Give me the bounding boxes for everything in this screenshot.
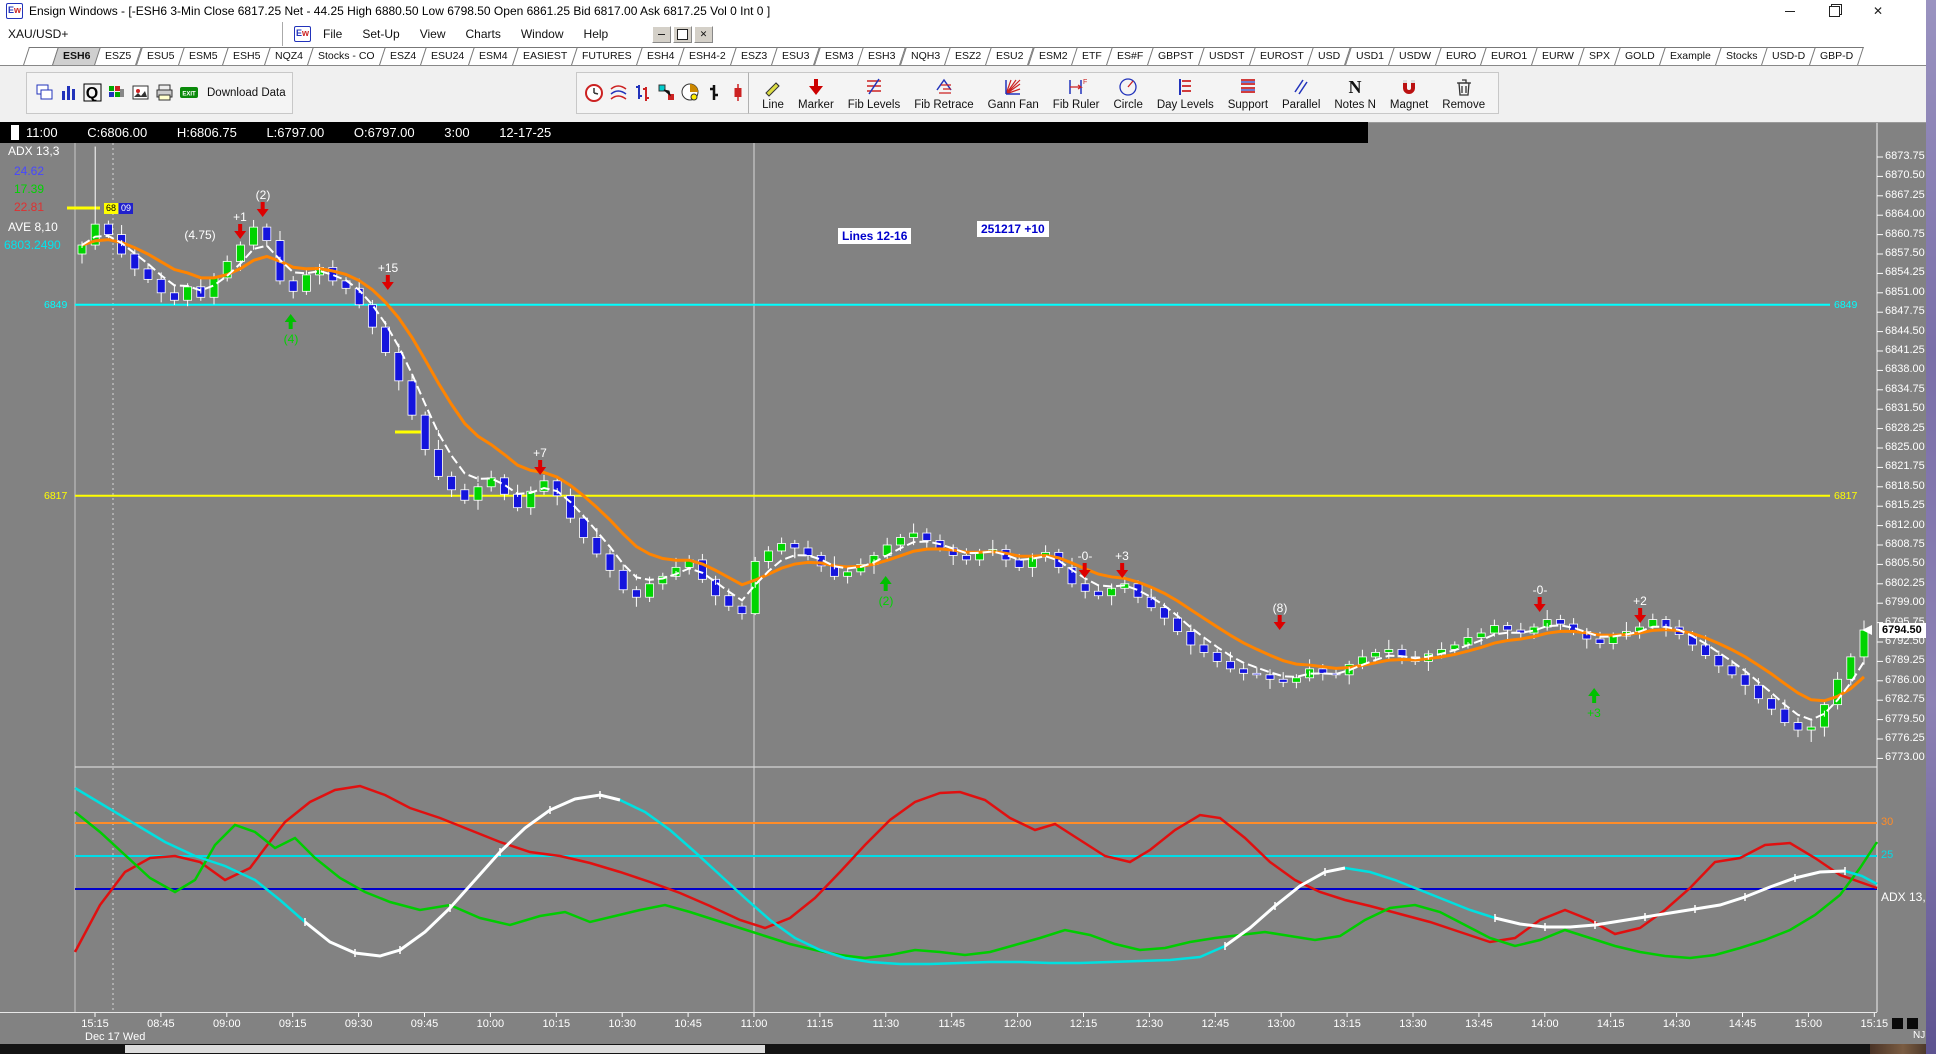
tab-nqh3[interactable]: NQH3: [900, 47, 951, 65]
mdi-window-buttons: ✕: [652, 26, 713, 43]
blocks-arrow-icon[interactable]: [655, 81, 679, 105]
window-title: Ensign Windows - [-ESH6 3-Min Close 6817…: [29, 4, 770, 18]
tab-eurost[interactable]: EUROST: [1249, 47, 1315, 65]
info-bar-cursor: [11, 125, 19, 140]
data-grid-icon[interactable]: [105, 81, 129, 105]
info-time: 11:00: [26, 125, 58, 140]
menu-charts[interactable]: Charts: [456, 22, 511, 46]
tab-gbpst[interactable]: GBPST: [1147, 47, 1204, 65]
symbol-panel[interactable]: XAU/USD+: [0, 22, 283, 46]
tab-esu2[interactable]: ESU2: [985, 47, 1034, 65]
app-icon: Ew: [6, 3, 23, 19]
tool-parallel[interactable]: Parallel: [1275, 73, 1327, 113]
tab-esu3[interactable]: ESU3: [771, 47, 820, 65]
chart-tab-strip: ESH6ESZ5ESU5ESM5ESH5NQZ4Stocks - COESZ4E…: [0, 46, 1926, 66]
svg-text:EXIT: EXIT: [182, 92, 196, 98]
tab-futures[interactable]: FUTURES: [571, 47, 642, 65]
menu-setup[interactable]: Set-Up: [352, 22, 409, 46]
quote-icon[interactable]: Q: [81, 81, 105, 105]
toolbar-draw-group: [576, 72, 758, 114]
menu-help[interactable]: Help: [574, 22, 619, 46]
tool-notes-n[interactable]: NNotes N: [1327, 73, 1383, 113]
download-data-button[interactable]: Download Data: [207, 87, 286, 99]
tool-fib-ruler[interactable]: FFib Ruler: [1046, 73, 1107, 113]
menu-row: XAU/USD+ Ew FileSet-UpViewChartsWindowHe…: [0, 22, 1926, 47]
tab-stocksco[interactable]: Stocks - CO: [307, 47, 385, 65]
app-window: Ew Ensign Windows - [-ESH6 3-Min Close 6…: [0, 0, 1936, 1054]
tab-stocks[interactable]: Stocks: [1715, 47, 1768, 65]
toolbar-left-group: Q EXIT Download Data: [26, 72, 293, 114]
menu-view[interactable]: View: [410, 22, 456, 46]
tool-support[interactable]: Support: [1221, 73, 1275, 113]
maximize-button[interactable]: [1812, 0, 1856, 22]
cascade-windows-icon[interactable]: [33, 81, 57, 105]
menu-bar: Ew FileSet-UpViewChartsWindowHelp: [288, 22, 618, 46]
corner-initials: NJ: [1913, 1030, 1925, 1041]
time-axis-divider: [0, 1012, 1877, 1013]
svg-text:F: F: [1083, 79, 1087, 86]
info-date: 12-17-25: [499, 125, 551, 140]
menu-window[interactable]: Window: [511, 22, 574, 46]
scrollbar-thumb[interactable]: [125, 1045, 765, 1053]
tool-remove[interactable]: Remove: [1435, 73, 1492, 113]
mdi-close-button[interactable]: ✕: [694, 26, 713, 43]
panel-button-1[interactable]: [1892, 1018, 1903, 1029]
info-close: C:6806.00: [87, 125, 147, 140]
chart-area[interactable]: [0, 122, 1926, 1044]
tool-fib-retrace[interactable]: Fib Retrace: [907, 73, 980, 113]
compare-bars-icon[interactable]: [631, 81, 655, 105]
tab-gold[interactable]: GOLD: [1614, 47, 1666, 65]
tab-eurw[interactable]: EURW: [1531, 47, 1585, 65]
tab-nqz4[interactable]: NQZ4: [264, 47, 314, 65]
menu-file[interactable]: File: [313, 22, 352, 46]
toolbar: QEXITDownload Data LineMarkerFib LevelsF…: [0, 66, 1926, 123]
bar-chart-icon[interactable]: [57, 81, 81, 105]
tool-magnet[interactable]: Magnet: [1383, 73, 1435, 113]
ohlc-info-bar: 11:00 C:6806.00 H:6806.75 L:6797.00 O:67…: [0, 122, 1368, 143]
image-icon[interactable]: [129, 81, 153, 105]
tool-line[interactable]: Line: [755, 73, 791, 113]
tab-usdst[interactable]: USDST: [1198, 47, 1255, 65]
tab-usdd[interactable]: USD-D: [1761, 47, 1816, 65]
pie-icon[interactable]: [679, 81, 703, 105]
tab-esu24[interactable]: ESU24: [420, 47, 475, 65]
tab-example[interactable]: Example: [1659, 47, 1722, 65]
tab-esz5[interactable]: ESZ5: [95, 47, 143, 65]
svg-text:N: N: [1349, 77, 1362, 97]
exit-icon[interactable]: EXIT: [177, 81, 201, 105]
minimize-button[interactable]: [1768, 0, 1812, 22]
tab-easiest[interactable]: EASIEST: [512, 47, 578, 65]
panel-button-2[interactable]: [1907, 1018, 1918, 1029]
info-low: L:6797.00: [266, 125, 324, 140]
tool-day-levels[interactable]: Day Levels: [1150, 73, 1221, 113]
tool-marker[interactable]: Marker: [791, 73, 841, 113]
tab-usdw[interactable]: USDW: [1388, 47, 1442, 65]
tool-circle[interactable]: Circle: [1106, 73, 1149, 113]
tab-esm4[interactable]: ESM4: [468, 47, 518, 65]
tab-esm5[interactable]: ESM5: [178, 47, 228, 65]
bar-style-icon[interactable]: [703, 81, 727, 105]
print-icon[interactable]: [153, 81, 177, 105]
mdi-restore-button[interactable]: [673, 26, 692, 43]
info-high: H:6806.75: [177, 125, 237, 140]
info-open: O:6797.00: [354, 125, 415, 140]
desktop-wallpaper-strip: [1926, 0, 1936, 1054]
tab-gbpd[interactable]: GBP-D: [1810, 47, 1865, 65]
waves-icon[interactable]: [607, 81, 631, 105]
toolbar-tools-group: LineMarkerFib LevelsFib RetraceGann FanF…: [748, 72, 1499, 114]
tab-usd1[interactable]: USD1: [1345, 47, 1395, 65]
svg-text:Q: Q: [86, 85, 98, 102]
tab-euro[interactable]: EURO: [1435, 47, 1487, 65]
chart-window-icon: Ew: [294, 26, 311, 42]
info-duration: 3:00: [444, 125, 469, 140]
tab-esh3[interactable]: ESH3: [857, 47, 906, 65]
tool-gann-fan[interactable]: Gann Fan: [981, 73, 1046, 113]
tool-fib-levels[interactable]: Fib Levels: [841, 73, 907, 113]
tab-euro1[interactable]: EURO1: [1480, 47, 1538, 65]
clock-icon[interactable]: [583, 81, 607, 105]
close-button[interactable]: ✕: [1856, 0, 1900, 22]
tab-esh42[interactable]: ESH4-2: [678, 47, 737, 65]
mdi-minimize-button[interactable]: [652, 26, 671, 43]
title-bar: Ew Ensign Windows - [-ESH6 3-Min Close 6…: [0, 0, 1926, 22]
